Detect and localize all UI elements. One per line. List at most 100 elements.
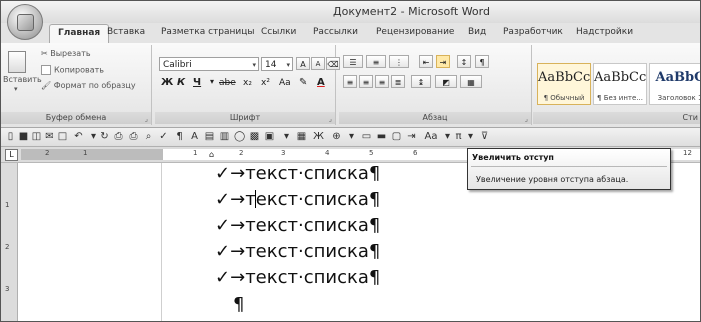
office-button[interactable] [7, 4, 43, 40]
superscript-button[interactable]: x² [261, 78, 270, 88]
cut-button[interactable]: ✂ Вырезать [41, 49, 91, 58]
equation-icon[interactable]: π [453, 131, 464, 142]
ribbon: Вставить ▾ ✂ Вырезать Копировать 🖌 Форма… [1, 43, 700, 128]
customize-toolbar-icon[interactable]: ⊽ [479, 131, 490, 142]
shapes-icon[interactable]: ◯ [234, 131, 245, 142]
spelling-icon[interactable]: ✓ [158, 131, 169, 142]
format-painter-button[interactable]: 🖌 Формат по образцу [41, 81, 136, 90]
ruler-number: 3 [281, 149, 286, 157]
tab-home[interactable]: Главная [49, 24, 110, 43]
font-color-icon[interactable]: A [317, 77, 325, 88]
font-icon[interactable]: A [189, 131, 200, 142]
link-icon[interactable]: ⊕ [331, 131, 342, 142]
clipboard-launcher-icon[interactable]: ⌟ [145, 115, 148, 123]
table-icon[interactable]: ▤ [204, 131, 215, 142]
indent-icon[interactable]: ⇥ [406, 131, 417, 142]
numbering-icon[interactable]: ≡ [366, 55, 386, 68]
email-icon[interactable]: ✉ [44, 131, 55, 142]
footer-icon[interactable]: ▬ [376, 131, 387, 142]
tab-review[interactable]: Рецензирование [376, 27, 454, 37]
tab-selector-icon[interactable]: L [5, 149, 18, 161]
font-size-select[interactable]: 14 ▾ [261, 57, 293, 71]
style-no-spacing[interactable]: AaBbCc ¶ Без инте... [593, 63, 647, 105]
tab-mailings[interactable]: Рассылки [313, 27, 358, 37]
paragraph-mark-icon[interactable]: ¶ [174, 131, 185, 142]
style-normal-sample: AaBbCc [538, 70, 591, 85]
tab-page-layout[interactable]: Разметка страницы [161, 27, 255, 37]
list-item[interactable]: ✓→текст·списка¶ [215, 241, 380, 262]
align-right-icon[interactable]: ≡ [375, 75, 389, 88]
undo-icon[interactable]: ↶ [73, 131, 84, 142]
borders-icon[interactable]: ▦ [460, 75, 482, 88]
chevron-down-icon[interactable]: ▾ [281, 131, 292, 142]
sort-icon[interactable]: ↕ [457, 55, 471, 68]
italic-button[interactable]: К [177, 77, 185, 88]
picture-icon[interactable]: ▣ [264, 131, 275, 142]
chevron-down-icon[interactable]: ▾ [346, 131, 357, 142]
underline-button[interactable]: Ч [193, 77, 201, 88]
save-icon[interactable]: ■ [18, 131, 29, 142]
new-document-icon[interactable]: □ [57, 131, 68, 142]
multilevel-list-icon[interactable]: ⋮ [389, 55, 409, 68]
chevron-down-icon[interactable]: ▾ [465, 131, 476, 142]
chevron-down-icon[interactable]: ▾ [88, 131, 99, 142]
grow-font-button[interactable]: A [296, 57, 310, 70]
decrease-indent-icon[interactable]: ⇤ [419, 55, 433, 68]
tab-addins[interactable]: Надстройки [576, 27, 633, 37]
vertical-ruler[interactable]: 1 2 3 [1, 163, 18, 321]
gallery-icon[interactable]: ▦ [296, 131, 307, 142]
empty-paragraph[interactable]: ¶ [233, 294, 244, 315]
open-icon[interactable]: ◫ [31, 131, 42, 142]
line-spacing-icon[interactable]: ↨ [411, 75, 431, 88]
vruler-number: 2 [5, 243, 10, 251]
tab-view[interactable]: Вид [468, 27, 486, 37]
bullets-icon[interactable]: ☰ [343, 55, 363, 68]
style-heading-1[interactable]: AaBbC Заголовок 1 [649, 63, 700, 105]
tab-references[interactable]: Ссылки [261, 27, 296, 37]
list-item[interactable]: ✓→текст·списка¶ [215, 215, 380, 236]
shading-icon[interactable]: ◩ [435, 75, 457, 88]
columns-icon[interactable]: ▥ [219, 131, 230, 142]
print-icon[interactable]: ⎙ [128, 131, 139, 142]
zoom-icon[interactable]: ⌕ [143, 131, 154, 142]
underline-dropdown-icon[interactable]: ▾ [210, 77, 214, 86]
align-left-icon[interactable]: ≡ [343, 75, 357, 88]
tab-insert[interactable]: Вставка [107, 27, 145, 37]
paste-label: Вставить [3, 75, 42, 84]
clear-formatting-icon[interactable]: ⌫ [326, 57, 340, 70]
justify-icon[interactable]: ≣ [391, 75, 405, 88]
scissors-icon: ✂ [41, 49, 48, 58]
print-preview-icon[interactable]: ⎙ [113, 131, 124, 142]
textbox-icon[interactable]: ▢ [391, 131, 402, 142]
shrink-font-button[interactable]: A [311, 57, 325, 70]
align-center-icon[interactable]: ≡ [359, 75, 373, 88]
office-logo-icon [17, 14, 34, 31]
font-launcher-icon[interactable]: ⌟ [329, 115, 332, 123]
font-name-select[interactable]: Calibri ▾ [159, 57, 259, 71]
highlight-color-icon[interactable]: ✎ [299, 77, 307, 88]
chart-icon[interactable]: ▩ [249, 131, 260, 142]
paragraph-launcher-icon[interactable]: ⌟ [525, 115, 528, 123]
chevron-down-icon[interactable]: ▾ [442, 131, 453, 142]
style-normal[interactable]: AaBbCc ¶ Обычный [537, 63, 591, 105]
bold-button[interactable]: Ж [161, 77, 173, 88]
paste-button[interactable]: Вставить ▾ [3, 49, 42, 95]
list-item[interactable]: ✓→текст·списка¶ [215, 163, 380, 184]
styles-icon[interactable]: Aa [422, 131, 440, 142]
indent-marker-icon[interactable]: ⌂ [209, 149, 214, 160]
list-item-text: екст·списка [255, 189, 369, 210]
tooltip-divider [471, 166, 667, 167]
page-icon[interactable]: ▯ [5, 131, 16, 142]
increase-indent-icon[interactable]: ⇥ [436, 55, 450, 68]
show-marks-icon[interactable]: ¶ [475, 55, 489, 68]
bold-icon[interactable]: Ж [313, 131, 324, 142]
redo-icon[interactable]: ↻ [99, 131, 110, 142]
tab-developer[interactable]: Разработчик [503, 27, 563, 37]
change-case-button[interactable]: Aa [279, 78, 291, 88]
list-item[interactable]: ✓→текст·списка¶ [215, 267, 380, 288]
strikethrough-button[interactable]: abe [219, 78, 236, 88]
header-icon[interactable]: ▭ [361, 131, 372, 142]
subscript-button[interactable]: x₂ [243, 78, 252, 88]
copy-button[interactable]: Копировать [41, 65, 104, 75]
list-item[interactable]: ✓→текст·списка¶ [215, 189, 380, 210]
